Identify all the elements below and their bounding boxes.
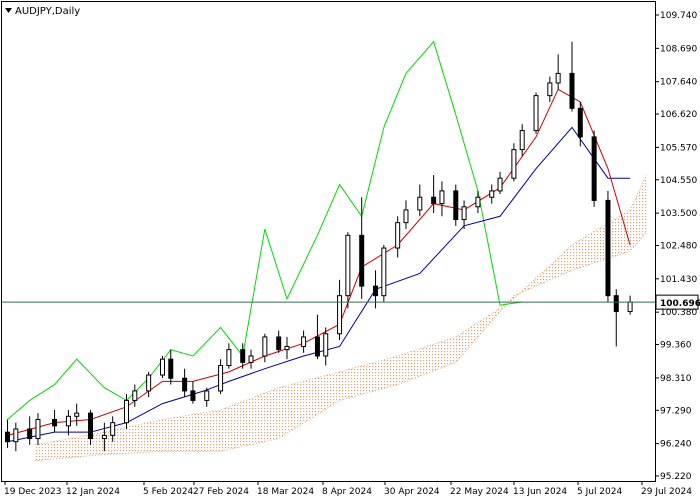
y-tick-label: 98.310 (660, 374, 692, 384)
candle-body (74, 412, 80, 417)
candle-body (345, 234, 351, 297)
candle (159, 355, 165, 379)
x-tick-label: 27 Feb 2024 (193, 487, 249, 497)
candle-body (627, 301, 633, 313)
candle-body (461, 206, 467, 220)
candle-body (13, 428, 19, 443)
y-tick-label: 100.380 (660, 308, 697, 318)
candle-body (569, 72, 575, 109)
candle-body (381, 247, 387, 297)
candle-body (276, 336, 282, 351)
candle-body (124, 399, 130, 424)
symbol-label: AUDJPY,Daily (15, 6, 80, 17)
y-tick-label: 99.360 (660, 341, 692, 351)
candle-body (204, 390, 210, 401)
candle-body (168, 358, 174, 379)
candle-body (314, 336, 320, 357)
candle-body (132, 390, 138, 401)
candle-body (417, 196, 423, 211)
y-tick-label: 106.620 (660, 110, 697, 120)
candle-body (613, 295, 619, 313)
x-tick-label: 22 May 2024 (450, 487, 509, 497)
y-tick-label: 109.740 (660, 11, 697, 21)
candle-body (284, 345, 290, 351)
candle-body (262, 336, 268, 357)
candle-body (35, 418, 41, 440)
candle-body (218, 365, 224, 392)
x-tick-label: 8 Apr 2024 (322, 487, 372, 497)
y-tick-label: 101.430 (660, 275, 697, 285)
candle-body (359, 234, 365, 287)
y-tick-label: 105.570 (660, 143, 697, 153)
x-tick-label: 30 Apr 2024 (384, 487, 440, 497)
x-tick-label: 12 Jan 2024 (66, 487, 120, 497)
candle-body (101, 434, 107, 440)
y-tick-label: 96.240 (660, 440, 692, 450)
y-tick-label: 107.640 (660, 78, 697, 88)
candle-body (555, 72, 561, 84)
candle-body (431, 196, 437, 205)
x-tick-label: 5 Feb 2024 (143, 487, 194, 497)
candle-body (605, 199, 611, 297)
candle-body (577, 107, 583, 138)
candle-body (533, 95, 539, 132)
y-tick-label: 108.690 (660, 44, 697, 54)
chart-canvas: 100.696 109.740108.690107.640106.620105.… (0, 0, 700, 500)
candle-body (5, 431, 11, 443)
candle-body (439, 190, 445, 205)
x-tick-label: 5 Jul 2024 (577, 487, 622, 497)
chart: 100.696 109.740 108.690 107.640 106.620 105.… (0, 0, 700, 500)
candle-body (323, 333, 329, 357)
candle-body (65, 415, 71, 427)
candle-body (248, 355, 254, 363)
x-tick-label: 19 Dec 2023 (4, 487, 62, 497)
y-tick-label: 97.290 (660, 406, 692, 416)
candle-body (519, 130, 525, 151)
candle-body (511, 149, 517, 179)
candle-body (497, 177, 503, 192)
candle (591, 130, 597, 207)
candle (453, 184, 459, 226)
candle-body (110, 422, 116, 436)
candle-body (182, 377, 188, 392)
y-tick-label: 104.550 (660, 176, 697, 186)
candle-body (403, 209, 409, 224)
x-tick-label: 18 Mar 2024 (257, 487, 314, 497)
candle-body (489, 190, 495, 198)
candle-body (226, 349, 232, 367)
candle-body (88, 412, 94, 440)
candle-body (453, 190, 459, 220)
x-tick-label: 29 Jul 2024 (641, 487, 692, 497)
y-tick-label: 95.220 (660, 472, 692, 482)
candle (381, 244, 387, 303)
candle-body (395, 222, 401, 249)
candle-body (52, 418, 58, 427)
candle (605, 190, 611, 303)
candle-body (547, 82, 553, 97)
candle-body (373, 285, 379, 297)
candle-body (337, 295, 343, 335)
y-tick-label: 102.480 (660, 242, 697, 252)
candle-body (240, 349, 246, 363)
candle-body (146, 374, 152, 392)
candle (533, 92, 539, 134)
candle-body (591, 136, 597, 201)
candle-body (475, 196, 481, 208)
candle-body (159, 358, 165, 376)
candle-body (301, 336, 307, 347)
x-tick-label: 13 Jun 2024 (513, 487, 567, 497)
candle-body (190, 390, 196, 401)
candle-body (27, 428, 33, 440)
y-tick-label: 103.500 (660, 209, 697, 219)
